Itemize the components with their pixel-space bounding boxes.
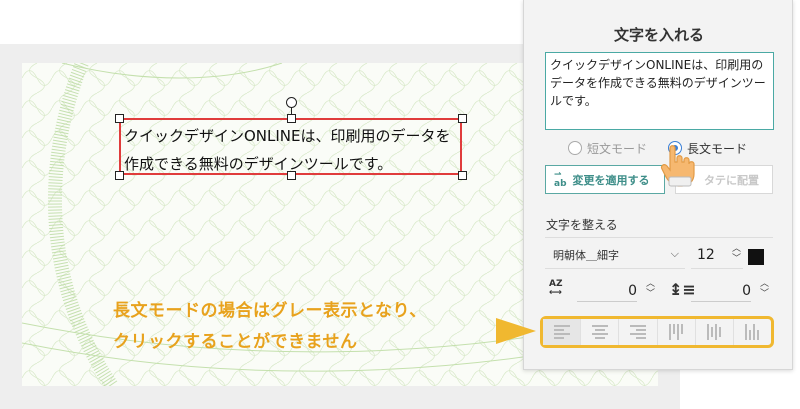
align-right-button — [619, 319, 658, 345]
apply-icon: ⇀ ab — [554, 169, 567, 189]
vertical-bottom-button — [734, 319, 771, 345]
vertical-center-icon — [707, 324, 722, 340]
font-size-value: 12 — [697, 246, 715, 263]
panel-title: 文字を入れる — [613, 26, 704, 44]
letter-spacing-stepper-icon[interactable]: ︿ ﹀ — [646, 279, 655, 299]
vertical-top-icon — [669, 324, 684, 340]
resize-handle-top-right[interactable] — [458, 114, 467, 123]
text-input[interactable] — [545, 52, 774, 130]
line-spacing-control: ↨≡ 0 ︿ ﹀ — [665, 276, 773, 306]
align-center-button — [581, 319, 620, 345]
resize-handle-top-left[interactable] — [115, 114, 124, 123]
apply-changes-button[interactable]: ⇀ ab 変更を適用する — [545, 165, 665, 194]
font-family-value: 明朝体＿細字 — [553, 248, 619, 262]
font-size-stepper-icon[interactable]: ︿ ﹀ — [732, 244, 741, 264]
alignment-button-group — [540, 316, 774, 348]
text-panel: 文字を入れる 短文モード 長文モード ⇀ab 変更を適用する タテに配置 文字を… — [523, 0, 793, 370]
line-spacing-value[interactable]: 0 — [691, 278, 751, 302]
letter-spacing-icon: AZ ⟷ — [549, 279, 563, 298]
line-spacing-stepper-icon[interactable]: ︿ ﹀ — [760, 279, 769, 299]
selected-text-content: クイックデザインONLINEは、印刷用のデータを 作成できる無料のデザインツール… — [124, 127, 451, 173]
vertical-center-button — [696, 319, 734, 345]
hand-pointer-icon — [660, 145, 695, 187]
font-family-select[interactable]: 明朝体＿細字 ⌵ — [545, 241, 685, 269]
section-label-format: 文字を整える — [546, 218, 618, 232]
align-left-button — [543, 319, 582, 345]
annotation-text: 長文モードの場合はグレー表示となり、 クリックすることができません — [113, 301, 427, 352]
rotate-handle[interactable] — [286, 97, 297, 108]
align-right-icon — [629, 325, 646, 339]
divider — [545, 237, 773, 238]
vertical-top-button — [658, 319, 696, 345]
align-center-icon — [591, 325, 608, 339]
letter-spacing-control: AZ ⟷ 0 ︿ ﹀ — [545, 276, 659, 306]
resize-handle-top[interactable] — [287, 114, 296, 123]
chevron-down-icon: ⌵ — [670, 247, 679, 260]
resize-handle-bottom-right[interactable] — [458, 171, 467, 180]
vertical-layout-label: タテに配置 — [704, 173, 759, 187]
annotation-arrow — [496, 318, 536, 344]
text-color-swatch[interactable] — [748, 249, 764, 265]
vertical-bottom-icon — [745, 324, 760, 340]
radio-short-label: 短文モード — [587, 141, 648, 156]
radio-short-mode[interactable]: 短文モード — [568, 139, 647, 157]
font-size-field[interactable]: 12 ︿ ﹀ — [691, 241, 743, 269]
align-left-icon — [553, 325, 570, 339]
radio-short-circle[interactable] — [568, 141, 582, 155]
selected-text-box[interactable]: クイックデザインONLINEは、印刷用のデータを 作成できる無料のデザインツール… — [119, 118, 462, 175]
resize-handle-bottom-left[interactable] — [115, 171, 124, 180]
resize-handle-bottom[interactable] — [287, 171, 296, 180]
letter-spacing-value[interactable]: 0 — [577, 278, 637, 302]
apply-changes-label: 変更を適用する — [572, 173, 650, 187]
